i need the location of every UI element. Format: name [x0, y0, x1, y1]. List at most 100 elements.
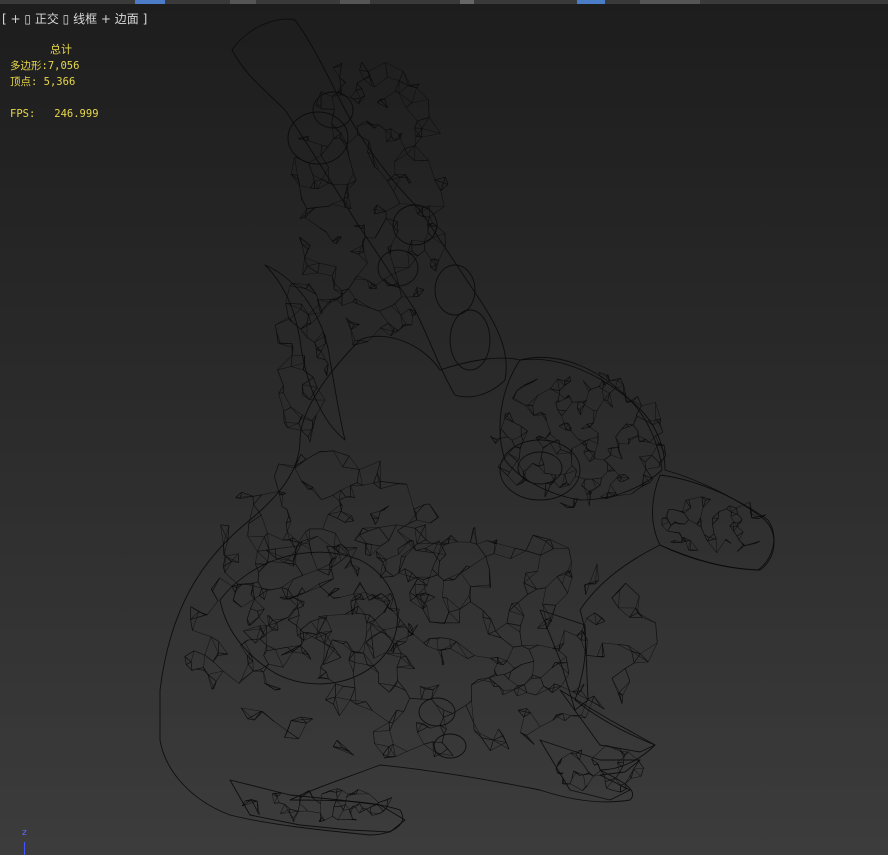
mesh-edge — [337, 517, 345, 523]
mesh-edge — [537, 619, 546, 629]
mesh-edge — [437, 544, 445, 557]
mesh-edge — [450, 535, 458, 543]
mesh-edge — [532, 674, 541, 679]
mesh-edge — [359, 803, 363, 808]
mesh-edge — [233, 583, 238, 600]
mesh-edge — [611, 583, 626, 598]
mesh-edge — [266, 550, 276, 559]
mesh-edge — [550, 443, 557, 455]
mesh-edge — [432, 226, 438, 238]
mesh-edge — [310, 181, 315, 189]
mesh-edge — [333, 800, 337, 807]
mesh-edge — [390, 231, 399, 246]
mesh-edge — [246, 655, 249, 665]
mesh-edge — [289, 811, 299, 813]
barrel-joint — [377, 249, 419, 287]
mesh-edge — [437, 226, 446, 234]
mesh-edge — [493, 735, 504, 741]
mesh-edge — [441, 742, 454, 756]
mesh-edge — [412, 296, 419, 298]
mesh-edge — [373, 666, 379, 673]
mesh-edge — [405, 690, 410, 699]
mesh-edge — [407, 252, 410, 268]
mesh-edge — [448, 608, 460, 613]
leg-joint — [433, 733, 467, 759]
mesh-edge — [247, 523, 250, 537]
mesh-edge — [397, 619, 401, 628]
mesh-edge — [494, 663, 498, 671]
mesh-edge — [206, 600, 219, 615]
mesh-edge — [576, 635, 582, 641]
mesh-edge — [364, 228, 366, 238]
mesh-edge — [655, 622, 658, 643]
mesh-edge — [331, 199, 344, 205]
mesh-edge — [281, 587, 289, 590]
mesh-edge — [399, 203, 415, 205]
mesh-edge — [289, 282, 294, 287]
mesh-edge — [335, 696, 351, 701]
mesh-edge — [363, 653, 368, 665]
mesh-edge — [562, 584, 568, 594]
mesh-edge — [709, 533, 715, 538]
mesh-edge — [425, 539, 431, 544]
mesh-edge — [443, 713, 453, 718]
mesh-edge — [415, 504, 425, 514]
mesh-edge — [302, 650, 306, 654]
mesh-edge — [696, 517, 701, 525]
mesh-edge — [542, 603, 556, 606]
mesh-edge — [284, 730, 288, 738]
mesh-edge — [277, 354, 293, 370]
mesh-edge — [737, 526, 744, 533]
mesh-edge — [545, 539, 551, 542]
wireframe-model[interactable] — [0, 0, 888, 855]
mesh-edge — [499, 436, 508, 439]
mesh-edge — [312, 174, 323, 180]
mesh-edge — [729, 505, 737, 509]
mesh-edge — [290, 407, 301, 419]
mesh-edge — [388, 722, 390, 731]
mesh-edge — [255, 563, 259, 573]
mesh-edge — [565, 423, 569, 430]
mesh-edge — [340, 133, 348, 145]
mesh-edge — [416, 722, 418, 733]
mesh-edge — [471, 700, 474, 723]
mesh-edge — [405, 107, 418, 122]
mesh-edge — [247, 535, 265, 538]
mesh-edge — [312, 487, 322, 500]
mesh-edge — [637, 416, 648, 422]
mesh-edge — [394, 148, 405, 162]
mesh-edge — [247, 638, 261, 641]
mesh-edge — [525, 550, 541, 556]
mesh-edge — [634, 661, 649, 664]
mesh-edge — [615, 429, 622, 438]
mesh-edge — [396, 530, 409, 543]
mesh-edge — [268, 625, 279, 631]
mesh-edge — [297, 803, 300, 812]
mesh-edge — [361, 88, 366, 96]
mesh-edge — [380, 505, 389, 512]
mesh-edge — [211, 589, 219, 602]
mesh-edge — [688, 519, 697, 525]
mesh-edge — [641, 402, 656, 407]
mesh-edge — [565, 401, 573, 411]
mesh-edge — [559, 398, 566, 402]
mesh-edge — [316, 350, 322, 358]
mesh-edge — [338, 490, 341, 501]
mesh-edge — [527, 588, 537, 595]
mesh-edge — [325, 699, 334, 705]
mesh-edge — [558, 650, 567, 657]
mesh-edge — [736, 507, 738, 515]
mesh-edge — [331, 96, 335, 110]
mesh-edge — [651, 445, 658, 456]
mesh-edge — [319, 667, 321, 678]
mesh-edge — [287, 422, 299, 428]
mesh-edge — [448, 577, 455, 581]
mesh-edge — [588, 389, 591, 392]
mesh-edge — [303, 634, 317, 641]
mesh-edge — [318, 615, 328, 617]
mesh-edge — [611, 668, 626, 679]
mesh-edge — [633, 761, 640, 770]
viewport-front-ortho[interactable]: [ + ▯ 正交 ▯ 线框 + 边面 ] 总计 多边形:7,056 顶点: 5,… — [0, 0, 888, 855]
mesh-edge — [658, 421, 664, 433]
mesh-edge — [356, 83, 362, 89]
